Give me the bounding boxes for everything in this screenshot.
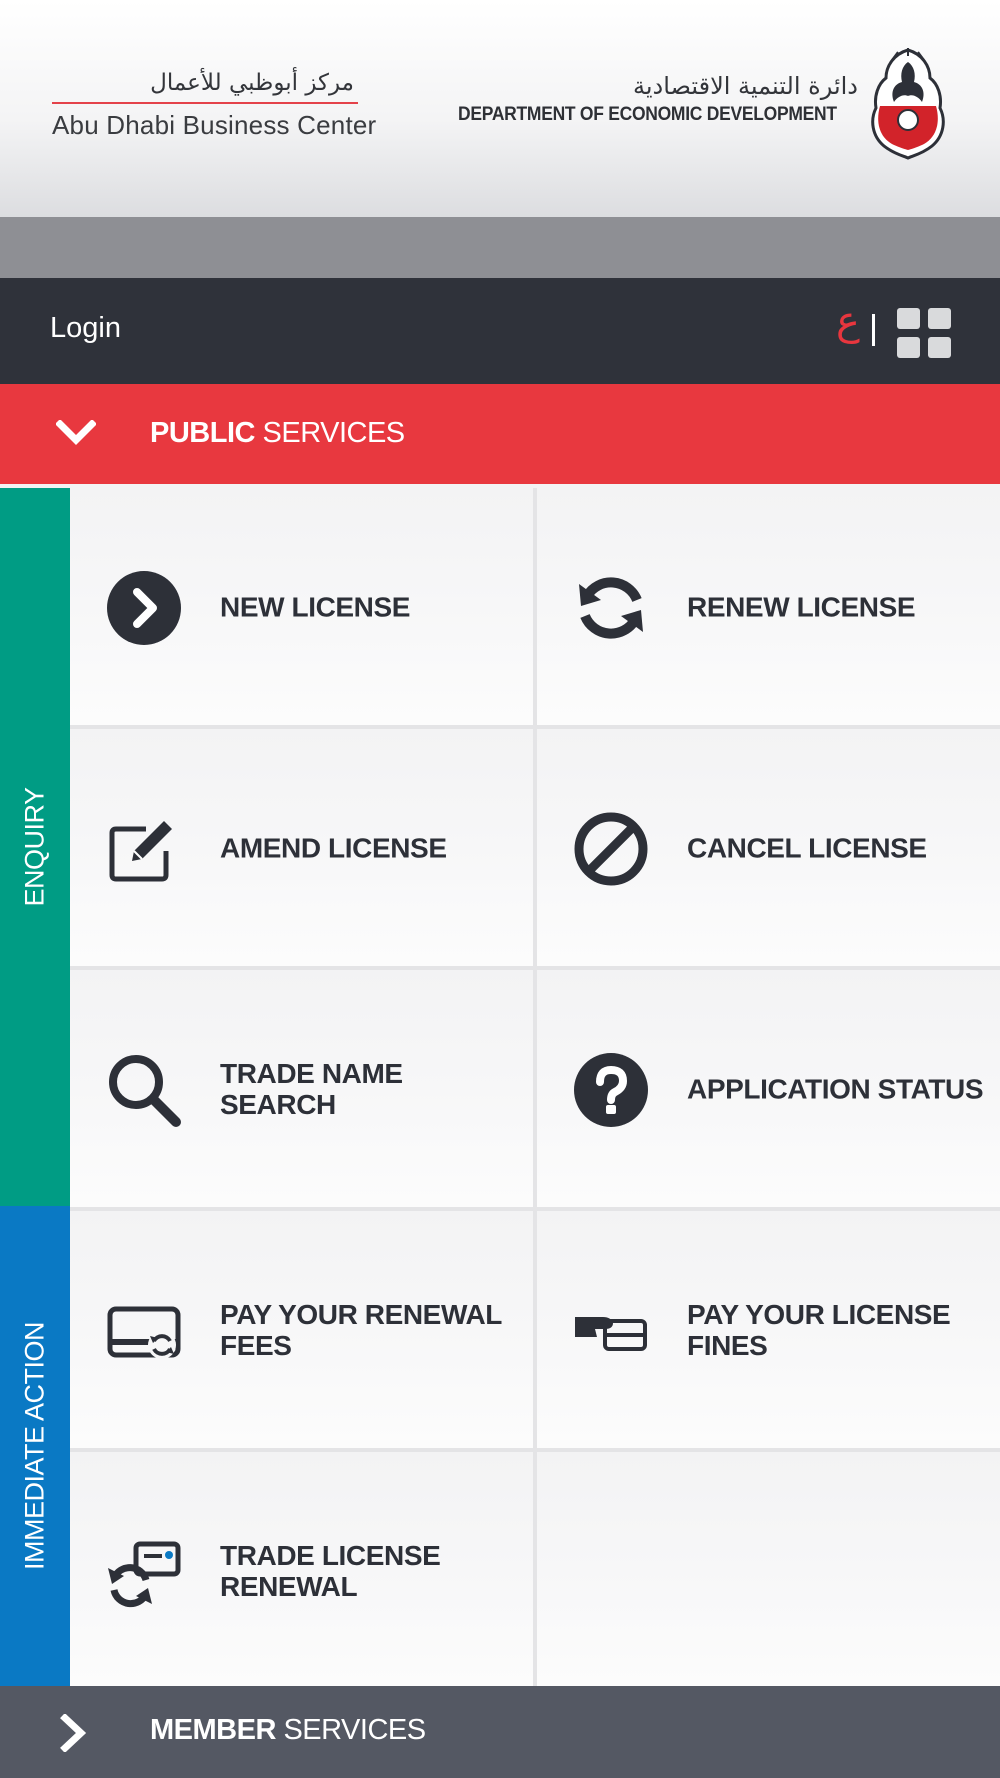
member-services-header[interactable]: MEMBER SERVICES [0,1686,1000,1778]
falcon-emblem-icon [871,48,945,160]
tile-label: PAY YOUR RENEWAL FEES [220,1298,502,1361]
adbc-arabic-name: مركز أبوظبي للأعمال [150,70,354,96]
refresh-icon [579,577,643,639]
ded-english-name: DEPARTMENT OF ECONOMIC DEVELOPMENT [458,104,837,125]
question-icon [574,1053,648,1127]
tile-label: APPLICATION STATUS [687,1073,984,1104]
tile-label: NEW LICENSE [220,591,411,622]
ded-arabic-name: دائرة التنمية الاقتصادية [633,72,858,100]
public-services-title: PUBLIC SERVICES [150,417,405,450]
tile-label: PAY YOUR LICENSE FINES [687,1298,951,1361]
logo-divider [52,102,358,104]
card-renew-icon [107,1306,181,1359]
chevron-right-icon [60,1714,87,1752]
chevron-circle-icon [107,571,181,645]
public-services-header[interactable]: PUBLIC SERVICES [0,384,1000,484]
member-services-title-bold: MEMBER [150,1714,276,1746]
tile-renew-license[interactable]: RENEW LICENSE [537,488,1000,725]
chevron-down-icon [56,420,96,445]
tile-pay-license-fines[interactable]: PAY YOUR LICENSE FINES [537,1211,1000,1448]
header: مركز أبوظبي للأعمال Abu Dhabi Business C… [0,0,1000,217]
tile-trade-license-renewal[interactable]: TRADE LICENSE RENEWAL [70,1452,533,1689]
public-services-title-bold: PUBLIC [150,417,255,449]
tile-new-license[interactable]: NEW LICENSE [70,488,533,725]
adbc-english-name: Abu Dhabi Business Center [52,110,377,140]
tile-label: TRADE NAME SEARCH [220,1057,403,1120]
tile-amend-license[interactable]: AMEND LICENSE [70,729,533,966]
search-icon [109,1055,181,1127]
login-link[interactable]: Login [50,312,121,345]
tile-label: AMEND LICENSE [220,832,447,863]
grid-menu-icon[interactable] [897,308,951,358]
tile-label: CANCEL LICENSE [687,832,927,863]
tile-application-status[interactable]: APPLICATION STATUS [537,970,1000,1207]
ban-icon [574,812,648,886]
tile-empty [537,1452,1000,1689]
language-toggle[interactable]: ع [836,298,860,344]
tile-label: TRADE LICENSE RENEWAL [220,1539,441,1602]
public-services-title-rest: SERVICES [254,417,406,449]
enquiry-tab-label: ENQUIRY [19,787,50,907]
service-tiles: NEW LICENSE RENEW LICENSE AMEND LICENSE … [70,488,1000,1689]
tile-pay-renewal-fees[interactable]: PAY YOUR RENEWAL FEES [70,1211,533,1448]
tile-label: RENEW LICENSE [687,591,916,622]
top-navigation-bar: Login ع [0,278,1000,384]
nav-separator [872,314,875,346]
ded-logo: دائرة التنمية الاقتصادية DEPARTMENT OF E… [458,68,858,126]
adbc-logo: مركز أبوظبي للأعمال Abu Dhabi Business C… [52,66,377,141]
member-services-title: MEMBER SERVICES [150,1714,426,1747]
hand-card-icon [575,1317,647,1351]
header-band [0,217,1000,278]
enquiry-tab[interactable]: ENQUIRY [0,488,70,1206]
immediate-action-tab-label: IMMEDIATE ACTION [19,1321,50,1571]
tile-cancel-license[interactable]: CANCEL LICENSE [537,729,1000,966]
member-services-title-rest: SERVICES [275,1714,426,1746]
edit-icon [109,821,172,882]
license-renew-icon [108,1541,181,1608]
immediate-action-tab[interactable]: IMMEDIATE ACTION [0,1206,70,1686]
tile-trade-name-search[interactable]: TRADE NAME SEARCH [70,970,533,1207]
